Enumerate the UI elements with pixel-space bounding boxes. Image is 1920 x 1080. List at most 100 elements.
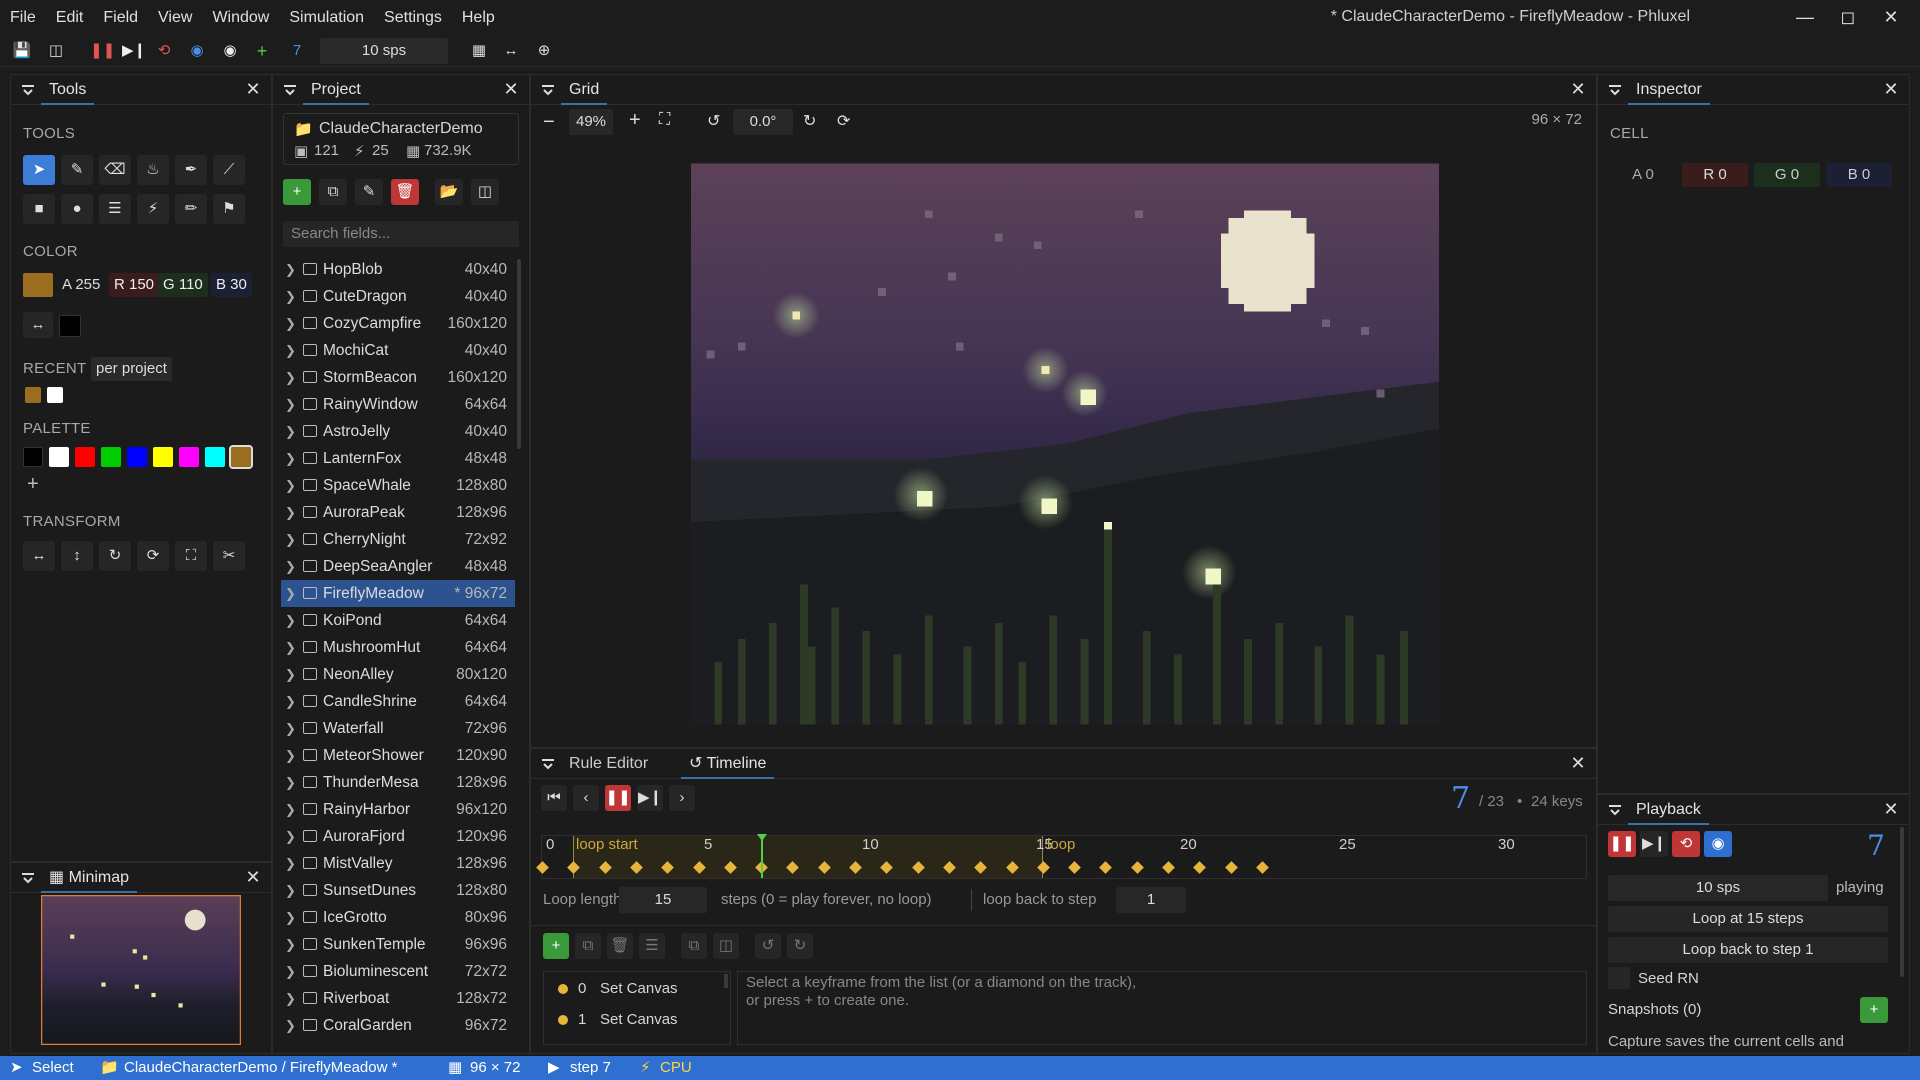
- chevron-right-icon[interactable]: ❯: [285, 904, 296, 931]
- field-list-item[interactable]: ❯ MistValley 128x96: [281, 850, 515, 877]
- menu-view[interactable]: View: [148, 9, 202, 27]
- zoom-field[interactable]: 49%: [569, 109, 613, 135]
- keyframe-diamond[interactable]: [817, 861, 831, 874]
- menu-edit[interactable]: Edit: [46, 9, 94, 27]
- brush-tool[interactable]: ✏: [175, 194, 207, 224]
- copy-icon[interactable]: ⧉: [681, 933, 707, 959]
- chevron-right-icon[interactable]: ❯: [285, 958, 296, 985]
- palette-swatch[interactable]: [49, 447, 69, 467]
- keyframe-diamond[interactable]: [786, 861, 800, 874]
- snapshot-button[interactable]: ◉: [1704, 831, 1732, 857]
- playhead-handle[interactable]: [757, 834, 767, 841]
- menu-field[interactable]: Field: [93, 9, 148, 27]
- keyframe-diamond[interactable]: [1036, 861, 1050, 874]
- field-list-item[interactable]: ❯ FireflyMeadow * 96x72: [281, 580, 515, 607]
- panel-menu-icon[interactable]: [541, 757, 555, 771]
- add-snapshot-button[interactable]: +: [1860, 997, 1888, 1023]
- loop-at-button[interactable]: Loop at 15 steps: [1608, 906, 1888, 932]
- loop-back-field[interactable]: 1: [1116, 887, 1186, 913]
- field-list-item[interactable]: ❯ ThunderMesa 128x96: [281, 769, 515, 796]
- palette-swatch[interactable]: [101, 447, 121, 467]
- field-list-item[interactable]: ❯ IceGrotto 80x96: [281, 904, 515, 931]
- chevron-right-icon[interactable]: ❯: [285, 850, 296, 877]
- reset-rotation-icon[interactable]: ⟳: [837, 111, 850, 131]
- keyframe-diamond[interactable]: [1068, 861, 1081, 874]
- palette-swatch[interactable]: [23, 447, 43, 467]
- minimap-preview[interactable]: [41, 895, 241, 1045]
- tab-inspector[interactable]: Inspector: [1628, 75, 1710, 105]
- rotation-field[interactable]: 0.0°: [733, 109, 793, 135]
- field-list-item[interactable]: ❯ NeonAlley 80x120: [281, 661, 515, 688]
- keyframe-diamond[interactable]: [692, 861, 706, 874]
- close-window-icon[interactable]: ✕: [1876, 4, 1906, 30]
- speed-field[interactable]: 10 sps: [320, 38, 448, 64]
- tab-rule-editor[interactable]: Rule Editor: [561, 749, 656, 779]
- fill-tool[interactable]: ♨: [137, 155, 169, 185]
- prev-frame-icon[interactable]: ‹: [573, 785, 599, 811]
- keyframe-diamond[interactable]: [1256, 861, 1269, 874]
- green-channel[interactable]: G 110: [158, 273, 208, 297]
- field-list-item[interactable]: ❯ MushroomHut 64x64: [281, 634, 515, 661]
- eraser-tool[interactable]: ⌫: [99, 155, 131, 185]
- step-icon[interactable]: ▶❙: [122, 39, 146, 63]
- keyframe-diamond[interactable]: [943, 861, 956, 874]
- panel-menu-icon[interactable]: [1608, 83, 1622, 97]
- palette-swatch[interactable]: [179, 447, 199, 467]
- panel-menu-icon[interactable]: [1608, 803, 1622, 817]
- chevron-right-icon[interactable]: ❯: [285, 283, 296, 310]
- save-icon[interactable]: 💾: [10, 39, 34, 63]
- field-list-item[interactable]: ❯ Bioluminescent 72x72: [281, 958, 515, 985]
- chevron-right-icon[interactable]: ❯: [285, 310, 296, 337]
- delete-keyframe-icon[interactable]: 🗑: [607, 933, 633, 959]
- rect-tool[interactable]: ■: [23, 194, 55, 224]
- chevron-right-icon[interactable]: ❯: [285, 661, 296, 688]
- open-folder-icon[interactable]: 📂: [435, 179, 463, 205]
- add-icon[interactable]: +: [250, 39, 274, 63]
- loop-length-field[interactable]: 15: [619, 887, 707, 913]
- step-button[interactable]: ▶❙: [637, 785, 663, 811]
- swap-colors-icon[interactable]: ↔: [23, 312, 53, 338]
- grid-icon[interactable]: ▦: [467, 39, 491, 63]
- recent-swatch[interactable]: [25, 387, 41, 403]
- playback-speed[interactable]: 10 sps: [1608, 875, 1828, 901]
- chevron-right-icon[interactable]: ❯: [285, 688, 296, 715]
- palette-swatch[interactable]: [205, 447, 225, 467]
- fit-screen-icon[interactable]: ⛶: [659, 111, 670, 129]
- chevron-right-icon[interactable]: ❯: [285, 364, 296, 391]
- seed-checkbox[interactable]: [1608, 967, 1630, 989]
- panel-menu-icon[interactable]: [541, 83, 555, 97]
- flip-vertical-icon[interactable]: ↕: [61, 541, 93, 571]
- close-icon[interactable]: ✕: [501, 79, 521, 100]
- keyframe-diamond[interactable]: [536, 861, 549, 874]
- save-all-icon[interactable]: ◫: [44, 39, 68, 63]
- pencil-tool[interactable]: ✎: [61, 155, 93, 185]
- minimize-icon[interactable]: —: [1790, 4, 1820, 30]
- field-list-item[interactable]: ❯ CozyCampfire 160x120: [281, 310, 515, 337]
- eyedropper-tool[interactable]: ✒: [175, 155, 207, 185]
- field-list-item[interactable]: ❯ LanternFox 48x48: [281, 445, 515, 472]
- fit-icon[interactable]: ⛶: [175, 541, 207, 571]
- maximize-icon[interactable]: ◻: [1833, 4, 1863, 30]
- palette-swatch-selected[interactable]: [229, 445, 253, 469]
- field-list-item[interactable]: ❯ SunsetDunes 128x80: [281, 877, 515, 904]
- chevron-right-icon[interactable]: ❯: [285, 742, 296, 769]
- keyframe-diamond[interactable]: [1099, 861, 1113, 874]
- first-frame-icon[interactable]: ⏮: [541, 785, 567, 811]
- chevron-right-icon[interactable]: ❯: [285, 769, 296, 796]
- field-list-item[interactable]: ❯ Waterfall 72x96: [281, 715, 515, 742]
- loop-back-button[interactable]: Loop back to step 1: [1608, 937, 1888, 963]
- canvas[interactable]: [691, 163, 1439, 725]
- field-list-item[interactable]: ❯ CuteDragon 40x40: [281, 283, 515, 310]
- line-tool[interactable]: ⟋: [213, 155, 245, 185]
- undo-icon[interactable]: ↺: [755, 933, 781, 959]
- field-list-item[interactable]: ❯ MeteorShower 120x90: [281, 742, 515, 769]
- status-path[interactable]: ClaudeCharacterDemo / FireflyMeadow *: [124, 1056, 397, 1080]
- field-list-item[interactable]: ❯ StormBeacon 160x120: [281, 364, 515, 391]
- close-icon[interactable]: ✕: [243, 79, 263, 100]
- duplicate-keyframe-icon[interactable]: ⧉: [575, 933, 601, 959]
- alpha-channel[interactable]: A 255: [57, 273, 105, 297]
- close-icon[interactable]: ✕: [1881, 79, 1901, 100]
- chevron-right-icon[interactable]: ❯: [285, 445, 296, 472]
- current-color-swatch[interactable]: [23, 273, 53, 297]
- pause-button[interactable]: ❚❚: [1608, 831, 1636, 857]
